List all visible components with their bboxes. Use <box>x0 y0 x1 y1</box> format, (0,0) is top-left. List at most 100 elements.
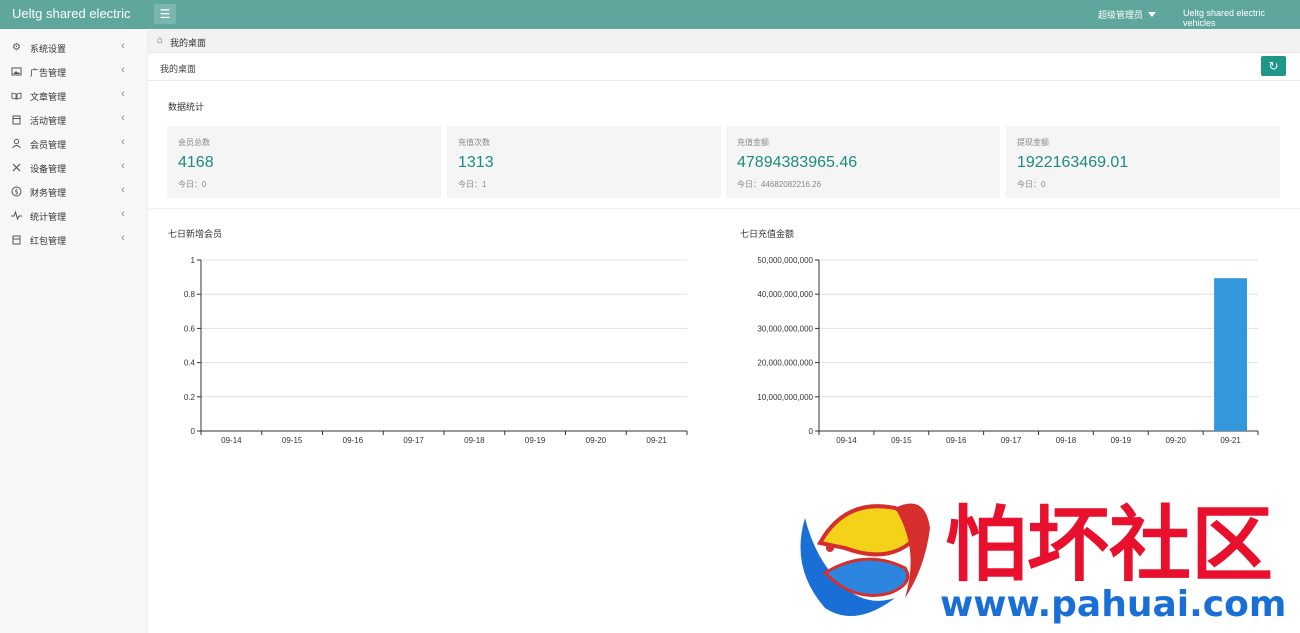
chevron-left-icon: ‹ <box>121 184 125 196</box>
user-menu[interactable]: 超级管理员 <box>1098 8 1157 21</box>
x-tick-label: 09-18 <box>464 436 485 445</box>
x-tick-label: 09-15 <box>891 436 912 445</box>
x-tick-label: 09-14 <box>221 436 242 445</box>
brand-title[interactable]: Ueltg shared electric <box>12 6 131 21</box>
x-tick-label: 09-21 <box>646 436 667 445</box>
stat-today: 今日：0 <box>1017 180 1046 189</box>
stat-value: 1313 <box>458 154 494 171</box>
sidebar-item-label: 系统设置 <box>30 44 67 54</box>
gear-icon: ⚙ <box>12 42 21 53</box>
hamburger-icon: ☰ <box>159 7 171 21</box>
x-tick-label: 09-21 <box>1220 436 1241 445</box>
stat-card-members: 会员总数 4168 今日：0 <box>167 126 441 198</box>
bar <box>1214 278 1248 431</box>
y-tick-label: 0.2 <box>184 393 196 402</box>
x-tick-label: 09-14 <box>836 436 857 445</box>
sidebar-item-label: 广告管理 <box>30 68 67 78</box>
y-tick-label: 1 <box>191 256 196 265</box>
refresh-button[interactable]: ↻ <box>1261 56 1286 76</box>
refresh-icon: ↻ <box>1268 59 1279 73</box>
book-icon <box>11 90 22 101</box>
stat-card-withdraw-amount: 提现金额 1922163469.01 今日：0 <box>1006 126 1280 198</box>
user-icon <box>11 138 22 149</box>
home-icon: ⌂ <box>157 35 164 46</box>
chevron-left-icon: ‹ <box>121 40 125 52</box>
stat-value: 47894383965.46 <box>737 154 858 171</box>
sidebar-item-finance[interactable]: $ 财务管理 ‹ <box>0 180 147 204</box>
x-tick-label: 09-19 <box>525 436 546 445</box>
sidebar-item-label: 统计管理 <box>30 212 67 222</box>
fish-logo-icon <box>800 503 930 616</box>
sidebar-item-activities[interactable]: 活动管理 ‹ <box>0 108 147 132</box>
x-tick-label: 09-20 <box>1165 436 1186 445</box>
sidebar-item-system[interactable]: ⚙ 系统设置 ‹ <box>0 36 147 60</box>
pulse-icon <box>11 210 22 221</box>
sidebar-item-members[interactable]: 会员管理 ‹ <box>0 132 147 156</box>
site-name[interactable]: Ueltg shared electric vehicles <box>1183 8 1300 28</box>
tools-icon <box>11 162 22 173</box>
stat-value: 4168 <box>178 154 214 171</box>
sidebar-item-devices[interactable]: 设备管理 ‹ <box>0 156 147 180</box>
x-tick-label: 09-15 <box>282 436 303 445</box>
chevron-left-icon: ‹ <box>121 160 125 172</box>
chevron-left-icon: ‹ <box>121 88 125 100</box>
section-title: 数据统计 <box>168 102 205 112</box>
top-bar: Ueltg shared electric ☰ 超级管理员 Ueltg shar… <box>0 0 1300 29</box>
chevron-left-icon: ‹ <box>121 64 125 76</box>
sidebar-item-articles[interactable]: 文章管理 ‹ <box>0 84 147 108</box>
sidebar-item-label: 活动管理 <box>30 116 67 126</box>
stat-card-recharge-amount: 充值金额 47894383965.46 今日：44682082216.26 <box>726 126 1000 198</box>
menu-toggle-button[interactable]: ☰ <box>154 4 176 24</box>
stat-today: 今日：1 <box>458 180 487 189</box>
sidebar-item-redpacket[interactable]: 红包管理 ‹ <box>0 228 147 252</box>
x-tick-label: 09-16 <box>946 436 967 445</box>
x-tick-label: 09-17 <box>403 436 424 445</box>
svg-text:$: $ <box>14 188 18 196</box>
y-tick-label: 40,000,000,000 <box>757 290 813 299</box>
y-tick-label: 30,000,000,000 <box>757 324 813 333</box>
x-tick-label: 09-17 <box>1001 436 1022 445</box>
stat-today: 今日：0 <box>178 180 207 189</box>
sidebar-item-label: 文章管理 <box>30 92 67 102</box>
y-tick-label: 0.6 <box>184 324 196 333</box>
sidebar-item-label: 财务管理 <box>30 188 67 198</box>
sidebar-item-label: 会员管理 <box>30 140 67 150</box>
sidebar: ⚙ 系统设置 ‹ 广告管理 ‹ 文章管理 ‹ 活动管理 ‹ 会员管理 ‹ 设备管… <box>0 29 148 633</box>
y-tick-label: 0.8 <box>184 290 196 299</box>
watermark-text: 怕坏社区 <box>945 498 1273 593</box>
user-name: 超级管理员 <box>1098 10 1144 20</box>
x-tick-label: 09-18 <box>1056 436 1077 445</box>
gift-icon <box>11 234 22 245</box>
chevron-left-icon: ‹ <box>121 112 125 124</box>
watermark-logo: 怕坏社区 www.pahuai.com <box>800 498 1286 625</box>
y-tick-label: 20,000,000,000 <box>757 359 813 368</box>
breadcrumb: ⌂ 我的桌面 <box>148 29 1300 53</box>
stat-value: 1922163469.01 <box>1017 154 1129 171</box>
stat-label: 充值次数 <box>458 138 490 147</box>
caret-down-icon <box>1148 12 1157 17</box>
chart-panel-new-members: 七日新增会员 0 0.2 0.4 0.6 0.8 1 09-14 09-15 09-16 09-1… <box>148 208 720 466</box>
sidebar-item-ads[interactable]: 广告管理 ‹ <box>0 60 147 84</box>
x-tick-label: 09-20 <box>586 436 607 445</box>
stat-today: 今日：44682082216.26 <box>737 180 822 189</box>
recharge-amount-chart: 0 10,000,000,000 20,000,000,000 30,000,000,… <box>757 256 1259 445</box>
sidebar-item-label: 红包管理 <box>30 236 67 246</box>
y-tick-label: 0 <box>191 427 196 436</box>
breadcrumb-tab[interactable]: 我的桌面 <box>170 36 206 49</box>
y-tick-label: 0 <box>809 427 814 436</box>
stat-label: 提现金额 <box>1017 138 1049 147</box>
chart-panel-recharge-amount: 七日充值金额 0 10,000,000,000 20,000,000,000 30,0… <box>720 208 1300 466</box>
y-tick-label: 50,000,000,000 <box>757 256 813 265</box>
watermark-url: www.pahuai.com <box>940 584 1286 625</box>
stat-card-recharge-count: 充值次数 1313 今日：1 <box>447 126 721 198</box>
sidebar-item-statistics[interactable]: 统计管理 ‹ <box>0 204 147 228</box>
page-title: 我的桌面 <box>160 64 197 74</box>
chevron-left-icon: ‹ <box>121 232 125 244</box>
stat-label: 会员总数 <box>178 138 210 147</box>
y-tick-label: 0.4 <box>184 359 196 368</box>
new-members-chart: 0 0.2 0.4 0.6 0.8 1 09-14 09-15 09-16 09-17 09-18 0… <box>184 256 688 445</box>
stat-label: 充值金额 <box>737 138 769 147</box>
x-tick-label: 09-19 <box>1111 436 1132 445</box>
y-tick-label: 10,000,000,000 <box>757 393 813 402</box>
x-tick-label: 09-16 <box>343 436 364 445</box>
